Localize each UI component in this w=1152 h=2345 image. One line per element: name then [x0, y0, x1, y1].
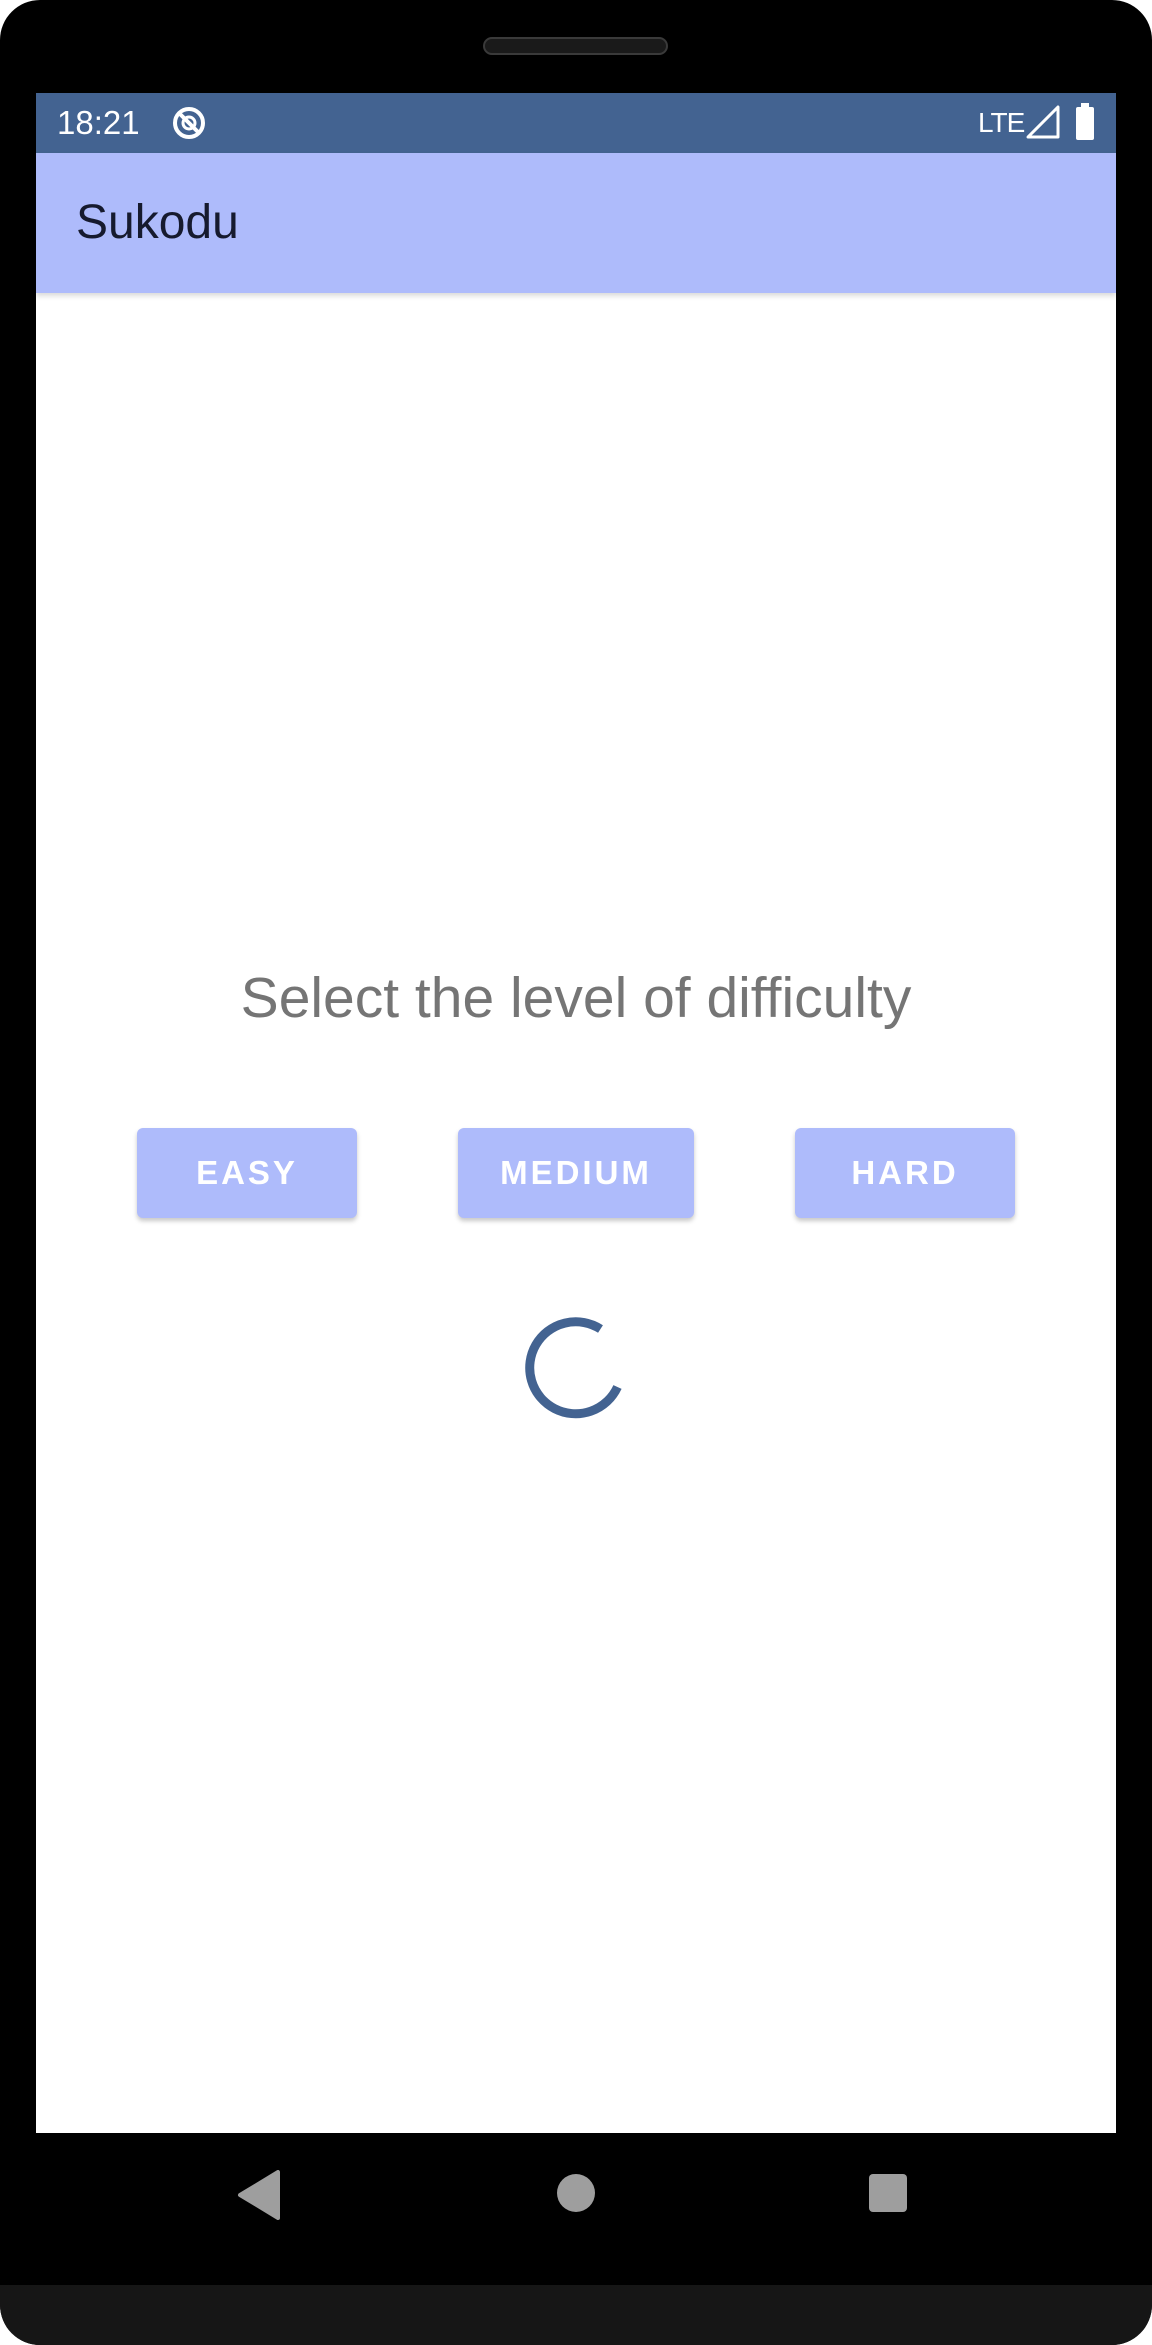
- easy-button[interactable]: EASY: [137, 1128, 357, 1218]
- medium-button[interactable]: MEDIUM: [458, 1128, 694, 1218]
- status-bar: 18:21 LTE: [36, 93, 1116, 153]
- network-type: LTE: [978, 107, 1025, 138]
- hard-button[interactable]: HARD: [795, 1128, 1015, 1218]
- difficulty-prompt: Select the level of difficulty: [240, 966, 912, 1030]
- status-time: 18:21: [57, 104, 140, 141]
- phone-frame: 18:21 LTE Sukodu Select the level of dif…: [0, 0, 1152, 2345]
- earpiece-speaker: [483, 37, 668, 55]
- battery-icon: [1076, 103, 1094, 140]
- home-icon[interactable]: [556, 2173, 596, 2213]
- bottom-bezel: [0, 2285, 1152, 2345]
- app-title: Sukodu: [76, 196, 239, 249]
- screen: 18:21 LTE Sukodu Select the level of dif…: [36, 93, 1116, 2133]
- recents-icon[interactable]: [868, 2173, 908, 2213]
- signal-icon: [1026, 105, 1060, 139]
- app-bar: Sukodu: [36, 153, 1116, 293]
- app-notification-icon: [173, 107, 205, 139]
- progress-spinner-icon: [525, 1317, 622, 1419]
- back-icon[interactable]: [236, 2170, 282, 2220]
- navigation-bar: [0, 2133, 1152, 2285]
